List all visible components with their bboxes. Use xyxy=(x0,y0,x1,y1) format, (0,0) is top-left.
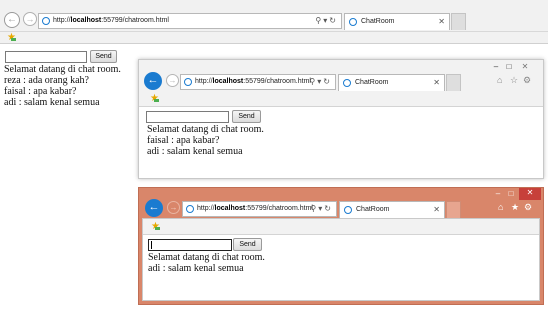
address-bar[interactable]: http://localhost:55799/chatroom.html ⚲▾↻ xyxy=(38,13,342,29)
ie-tab-icon xyxy=(349,18,357,26)
browser-window-1: – □ ✕ ← → http://localhost:55799/chatroo… xyxy=(138,59,544,179)
address-tools-icon[interactable]: ⚲▾↻ xyxy=(310,202,333,216)
chat-message: Selamat datang di chat room. xyxy=(4,64,121,75)
address-tools-icon[interactable]: ⚲▾↻ xyxy=(309,75,332,89)
chat-message: reza : ada orang kah? xyxy=(4,75,89,86)
gear-icon[interactable]: ⚙ xyxy=(523,75,534,86)
close-tab-icon[interactable]: ✕ xyxy=(433,75,440,91)
address-tools-icon[interactable]: ⚲▾↻ xyxy=(315,14,338,28)
home-icon[interactable]: ⌂ xyxy=(497,75,505,85)
ie-page-icon xyxy=(42,17,50,25)
chat-message: adi : salam kenal semua xyxy=(147,146,243,157)
new-tab-button[interactable] xyxy=(446,74,461,91)
maximize-button[interactable]: □ xyxy=(505,189,517,200)
close-tab-icon[interactable]: ✕ xyxy=(433,202,440,218)
tab-chatroom[interactable]: ChatRoom ✕ xyxy=(344,13,450,30)
close-window-button[interactable]: ✕ xyxy=(516,62,534,73)
add-favorite-icon[interactable]: ★ xyxy=(7,33,16,43)
address-host: localhost xyxy=(212,78,244,85)
send-button[interactable]: Send xyxy=(90,50,117,63)
star-icon[interactable]: ☆ xyxy=(510,75,521,86)
tab-chatroom[interactable]: ChatRoom ✕ xyxy=(338,74,445,91)
tab-title: ChatRoom xyxy=(355,79,389,86)
address-host: localhost xyxy=(70,17,102,24)
add-favorite-icon[interactable]: ★ xyxy=(151,222,160,232)
favorites-bar xyxy=(143,219,539,235)
chat-messages: Selamat datang di chat room. faisal : ap… xyxy=(147,124,264,157)
browser-window-2: – □ ✕ ← → http://localhost:55799/chatroo… xyxy=(138,187,544,305)
message-input[interactable] xyxy=(146,111,229,123)
chat-message: faisal : apa kabar? xyxy=(4,86,77,97)
chat-message: Selamat datang di chat room. xyxy=(147,124,264,135)
ie-page-icon xyxy=(184,78,192,86)
chat-message: adi : salam kenal semua xyxy=(4,97,100,108)
ie-tab-icon xyxy=(343,79,351,87)
send-button[interactable]: Send xyxy=(232,110,261,123)
close-window-button[interactable]: ✕ xyxy=(519,188,541,200)
address-path: :55799/chatroom.html xyxy=(245,205,313,212)
chat-message: Selamat datang di chat room. xyxy=(148,252,265,263)
window2-content: ★ Send Selamat datang di chat room. adi … xyxy=(142,218,540,301)
address-bar[interactable]: http://localhost:55799/chatroom.html ⚲▾↻ xyxy=(180,74,336,90)
tab-chatroom[interactable]: ChatRoom ✕ xyxy=(339,201,445,218)
close-tab-icon[interactable]: ✕ xyxy=(438,14,445,30)
forward-arrow-icon[interactable]: → xyxy=(23,12,37,26)
message-input[interactable] xyxy=(148,239,232,251)
new-tab-button[interactable] xyxy=(446,201,461,218)
address-host: localhost xyxy=(214,205,246,212)
maximize-button[interactable]: □ xyxy=(503,62,515,73)
new-tab-button[interactable] xyxy=(451,13,466,30)
back-arrow-icon[interactable]: ← xyxy=(4,12,20,28)
back-arrow-icon[interactable]: ← xyxy=(144,72,162,90)
forward-arrow-icon[interactable]: → xyxy=(167,201,180,214)
text-cursor xyxy=(151,241,152,249)
forward-arrow-icon[interactable]: → xyxy=(166,74,179,87)
address-path: :55799/chatroom.html xyxy=(101,17,169,24)
minimize-button[interactable]: – xyxy=(492,189,504,200)
send-button[interactable]: Send xyxy=(233,238,262,251)
star-icon[interactable]: ★ xyxy=(511,202,522,213)
gear-icon[interactable]: ⚙ xyxy=(524,202,535,213)
chat-messages: Selamat datang di chat room. reza : ada … xyxy=(4,64,121,108)
ie-page-icon xyxy=(186,205,194,213)
tab-title: ChatRoom xyxy=(361,18,395,25)
home-icon[interactable]: ⌂ xyxy=(498,202,506,212)
address-path: :55799/chatroom.html xyxy=(243,78,311,85)
chat-message: adi : salam kenal semua xyxy=(148,263,244,274)
address-prefix: http:// xyxy=(195,78,213,85)
chat-messages: Selamat datang di chat room. adi : salam… xyxy=(148,252,265,274)
chat-message: faisal : apa kabar? xyxy=(147,135,220,146)
address-prefix: http:// xyxy=(53,17,71,24)
ie-tab-icon xyxy=(344,206,352,214)
favorites-bar xyxy=(0,31,548,44)
address-bar[interactable]: http://localhost:55799/chatroom.html ⚲▾↻ xyxy=(182,201,337,217)
message-input[interactable] xyxy=(5,51,87,63)
back-arrow-icon[interactable]: ← xyxy=(145,199,163,217)
add-favorite-icon[interactable]: ★ xyxy=(150,94,159,104)
address-prefix: http:// xyxy=(197,205,215,212)
tab-title: ChatRoom xyxy=(356,206,390,213)
minimize-button[interactable]: – xyxy=(490,62,502,73)
